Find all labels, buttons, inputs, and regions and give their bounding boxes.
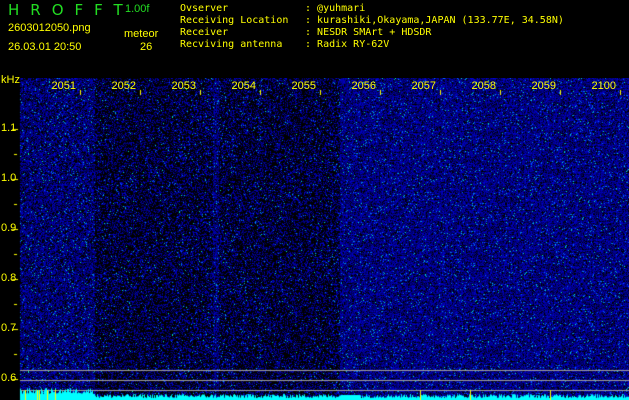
time-label: 2051 bbox=[51, 80, 76, 92]
freq-label: 0.8 bbox=[1, 272, 17, 284]
spectrogram bbox=[0, 78, 629, 400]
info-antenna: Recviving antenna: Radix RY-62V bbox=[180, 39, 390, 50]
time-label: 2056 bbox=[351, 80, 376, 92]
info-location: Receiving Location: kurashiki,Okayama,JA… bbox=[180, 15, 564, 26]
time-label: 2057 bbox=[411, 80, 436, 92]
meteor-label: meteor bbox=[124, 28, 159, 40]
freq-label: 0.7 bbox=[1, 322, 17, 334]
time-label: 2100 bbox=[591, 80, 616, 92]
freq-label: 0.6 bbox=[1, 372, 17, 384]
time-label: 2058 bbox=[471, 80, 496, 92]
unit-label: kHz bbox=[1, 74, 20, 86]
freq-label: 1.0 bbox=[1, 172, 17, 184]
time-label: 2059 bbox=[531, 80, 556, 92]
version-label: 1.00f bbox=[125, 3, 150, 15]
time-label: 2054 bbox=[231, 80, 256, 92]
filename-label: 2603012050.png bbox=[8, 22, 91, 34]
info-receiver: Receiver: NESDR SMArt + HDSDR bbox=[180, 27, 432, 38]
datetime-label: 26.03.01 20:50 bbox=[8, 41, 82, 53]
freq-label: 1.1 bbox=[1, 122, 17, 134]
app-logo: HROFFT bbox=[8, 1, 134, 19]
time-label: 2055 bbox=[291, 80, 316, 92]
freq-label: 0.9 bbox=[1, 222, 17, 234]
info-observer: Ovserver: @yuhmari bbox=[180, 3, 366, 14]
meteor-count: 26 bbox=[140, 41, 153, 53]
time-label: 2052 bbox=[111, 80, 136, 92]
time-label: 2053 bbox=[171, 80, 196, 92]
